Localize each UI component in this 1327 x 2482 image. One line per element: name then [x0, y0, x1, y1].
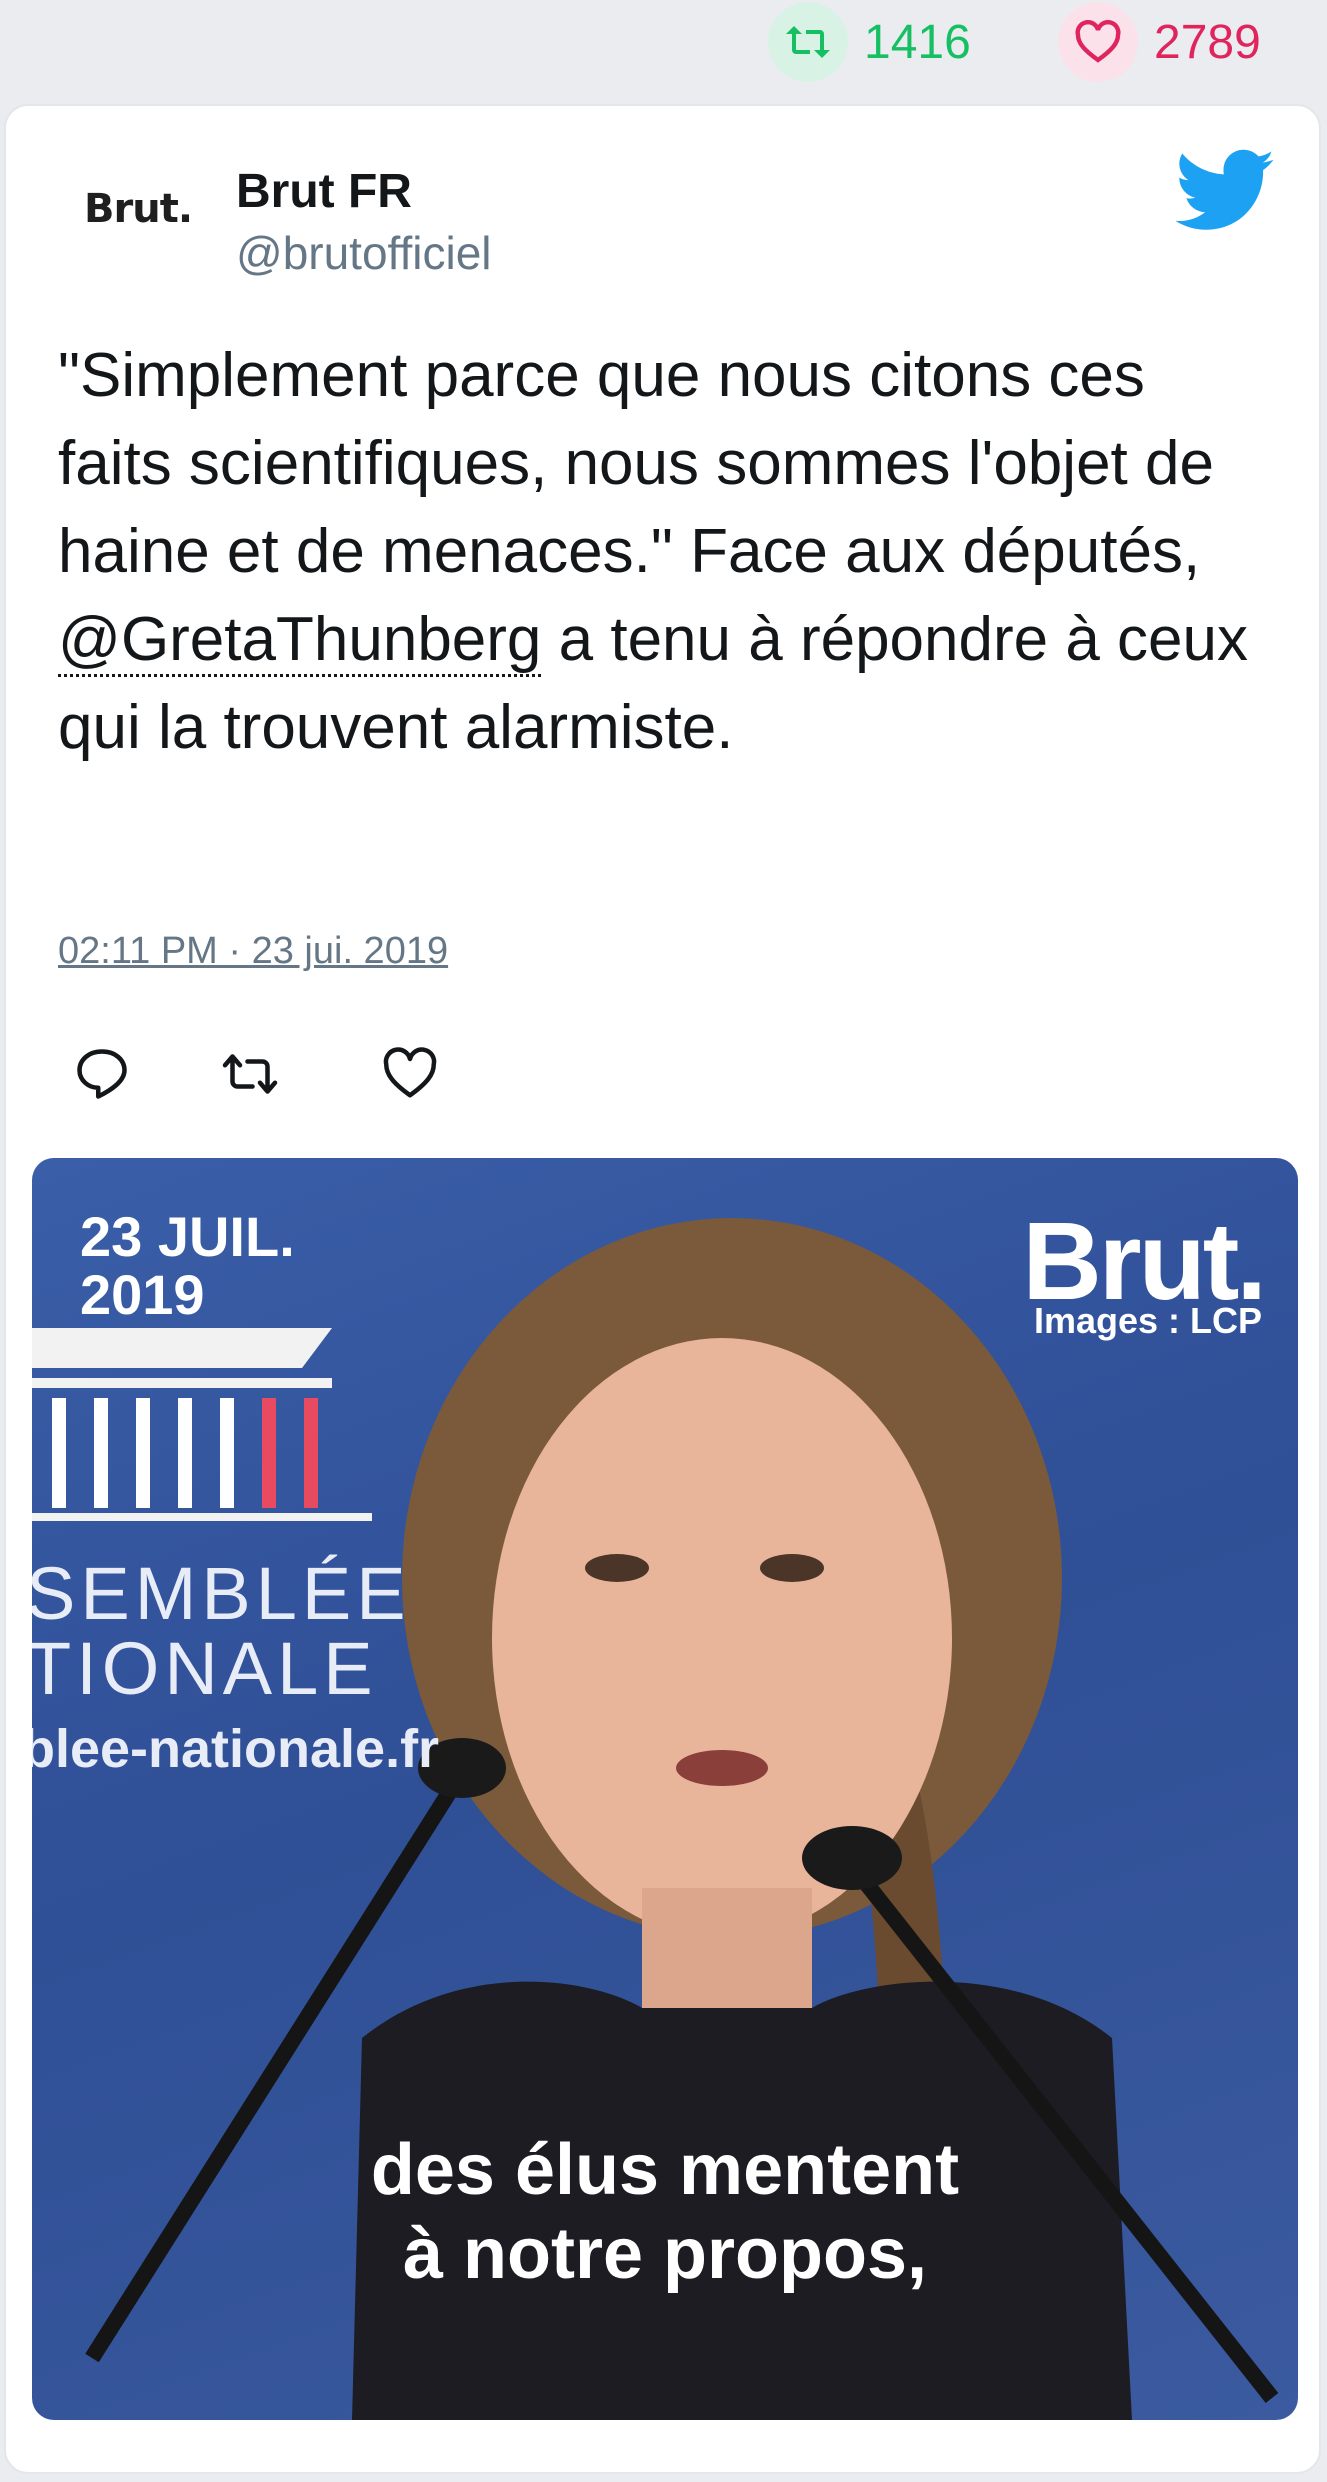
background-text-line1: SEMBLÉE: [32, 1552, 411, 1635]
video-subtitle-line1: des élus mentent: [370, 2130, 960, 2210]
author-avatar-logo[interactable]: Brut.: [84, 186, 193, 232]
tweet-video-thumbnail[interactable]: 23 JUIL. 2019 Brut. Images : LCP SEMBLÉE…: [32, 1158, 1298, 2420]
tweet-stats-bar: 1416 2789: [0, 0, 1327, 104]
like-action-icon[interactable]: [380, 1044, 440, 1104]
author-handle[interactable]: @brutofficiel: [236, 226, 492, 280]
heart-icon[interactable]: [1058, 2, 1138, 82]
twitter-bird-icon[interactable]: [1176, 146, 1276, 236]
tweet-card: Brut. Brut FR @brutofficiel "Simplement …: [4, 104, 1321, 2474]
retweet-count-stat[interactable]: 1416: [768, 2, 971, 82]
retweet-count: 1416: [864, 15, 971, 69]
video-date-overlay: 23 JUIL. 2019: [80, 1208, 295, 1324]
tweet-text-part1: "Simplement parce que nous citons ces fa…: [58, 341, 1214, 586]
retweet-icon[interactable]: [768, 2, 848, 82]
retweet-action-icon[interactable]: [220, 1044, 280, 1104]
video-subtitle: des élus mentent à notre propos,: [32, 2128, 1298, 2296]
video-subtitle-line2: à notre propos,: [402, 2214, 928, 2294]
video-date-line1: 23 JUIL.: [80, 1205, 295, 1268]
like-count-stat[interactable]: 2789: [1058, 2, 1261, 82]
video-image-credit: Images : LCP: [1033, 1300, 1262, 1341]
background-url-text: blee-nationale.fr: [32, 1719, 440, 1779]
tweet-timestamp-link[interactable]: 02:11 PM · 23 jui. 2019: [58, 930, 448, 973]
like-count: 2789: [1154, 15, 1261, 69]
video-date-line2: 2019: [80, 1263, 205, 1326]
background-text-line2: TIONALE: [32, 1627, 378, 1710]
tweet-text: "Simplement parce que nous citons ces fa…: [58, 332, 1268, 772]
reply-icon[interactable]: [72, 1044, 132, 1104]
author-name[interactable]: Brut FR: [236, 164, 412, 219]
mention-link[interactable]: @GretaThunberg: [58, 605, 542, 677]
